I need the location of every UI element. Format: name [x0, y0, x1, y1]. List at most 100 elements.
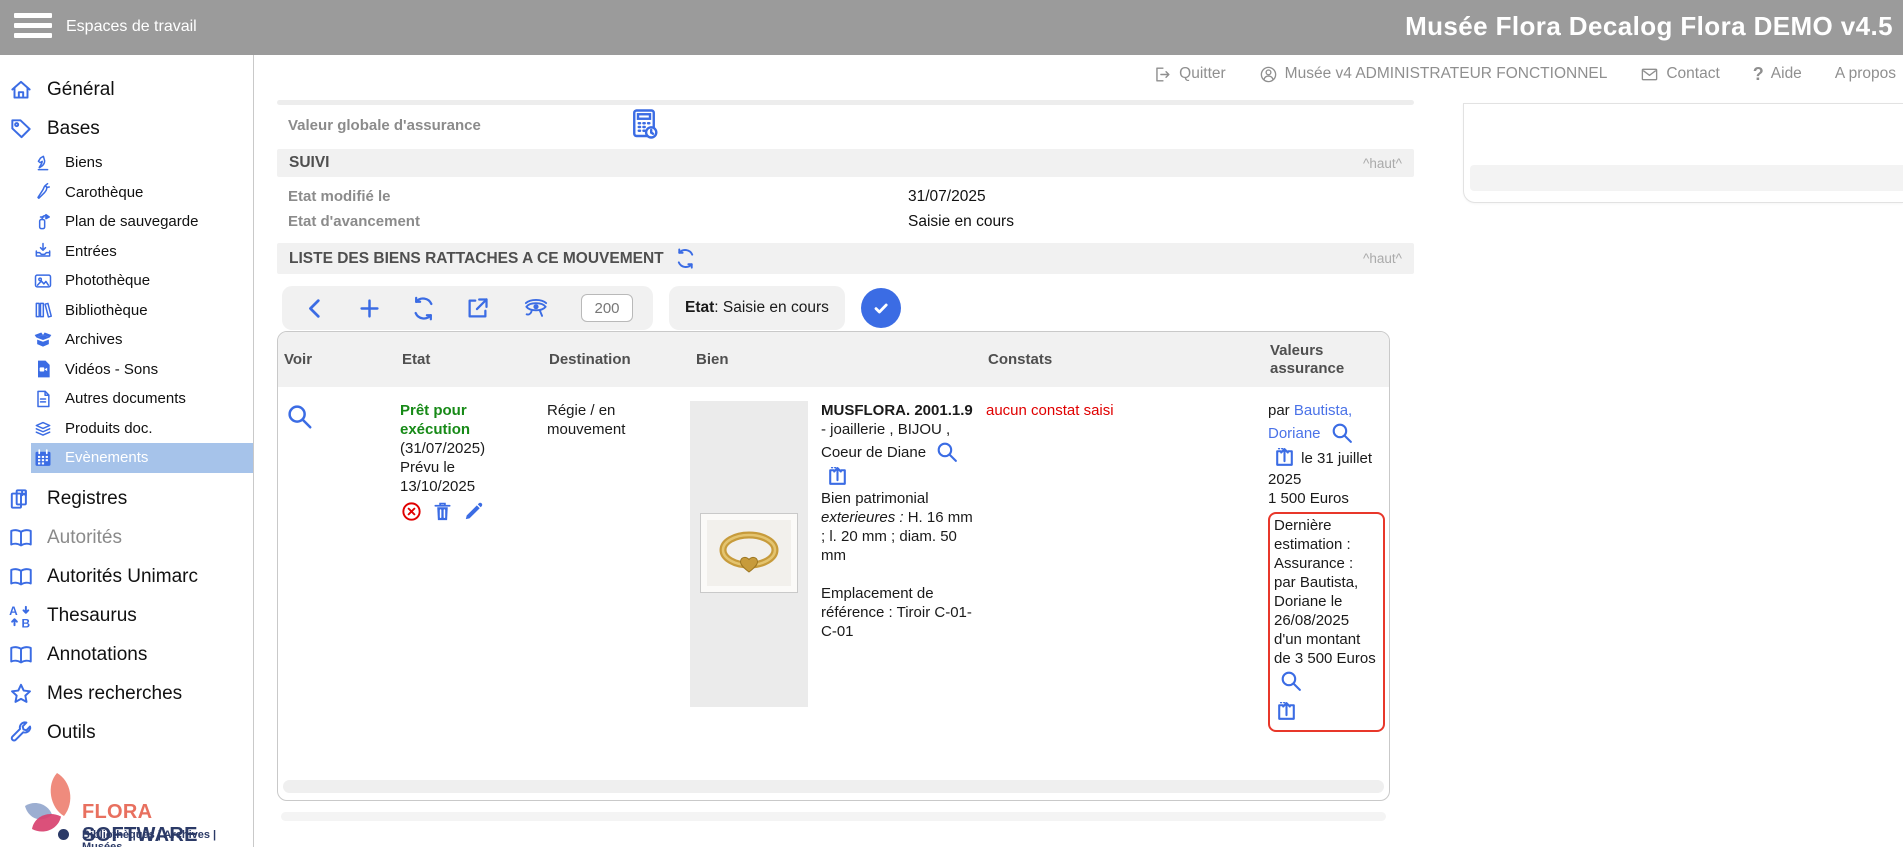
etat-cell: Prêt pour exécution (31/07/2025) Prévu l…	[396, 387, 543, 523]
sidebar-item-entrees[interactable]: Entrées	[0, 237, 253, 267]
document-icon	[33, 389, 53, 409]
brand-tagline: Bibliothèques | Archives | Musées	[82, 829, 254, 847]
help-link[interactable]: ? Aide	[1753, 64, 1802, 85]
sidebar-item-general[interactable]: Général	[0, 70, 253, 109]
constats-cell: aucun constat saisi	[982, 387, 1264, 420]
external-link-icon[interactable]	[464, 295, 491, 322]
horizontal-scrollbar[interactable]	[283, 780, 1384, 793]
sidebar-item-thesaurus[interactable]: Thesaurus	[0, 597, 253, 636]
search-icon[interactable]	[284, 401, 314, 431]
app-title: Musée Flora Decalog Flora DEMO v4.5	[1405, 11, 1893, 42]
open-record-icon[interactable]	[1274, 699, 1299, 724]
calendar-icon	[33, 448, 53, 468]
voir-cell	[278, 387, 396, 436]
brand-dot-icon	[58, 829, 69, 840]
sidebar-item-carotheque[interactable]: Carothèque	[0, 178, 253, 208]
last-estimation-highlight: Dernière estimation : Assurance : par Ba…	[1268, 512, 1385, 732]
inbox-download-icon	[33, 241, 53, 261]
edit-icon[interactable]	[462, 500, 485, 523]
page-size-input[interactable]	[581, 294, 633, 322]
flora-software-logo: FLORA SOFTWARE Bibliothèques | Archives …	[0, 769, 254, 847]
table-row: Prêt pour exécution (31/07/2025) Prévu l…	[278, 387, 1389, 732]
sidebar-item-biens[interactable]: Biens	[0, 148, 253, 178]
sidebar-item-registres[interactable]: Registres	[0, 480, 253, 519]
eye-icon[interactable]	[518, 295, 554, 322]
sidebar-item-autorites-unimarc[interactable]: Autorités Unimarc	[0, 558, 253, 597]
col-header-valeurs: Valeurs assurance	[1264, 342, 1390, 378]
sidebar-item-bases[interactable]: Bases	[0, 109, 253, 148]
quit-link[interactable]: Quitter	[1153, 65, 1226, 84]
right-panel-bar	[1470, 165, 1903, 191]
col-header-bien: Bien	[690, 351, 982, 369]
back-to-top-link[interactable]: ^haut^	[1363, 156, 1402, 171]
sidebar-item-produits-doc[interactable]: Produits doc.	[0, 414, 253, 444]
fire-extinguisher-icon	[33, 212, 53, 232]
col-header-voir: Voir	[278, 351, 396, 369]
ring-image	[706, 520, 792, 586]
etat-actions	[400, 500, 521, 523]
open-box-icon	[33, 330, 53, 350]
sidebar-item-archives[interactable]: Archives	[0, 325, 253, 355]
table-bottom-strip	[281, 812, 1386, 821]
sidebar-item-videos-sons[interactable]: Vidéos - Sons	[0, 355, 253, 385]
sidebar-item-mes-recherches[interactable]: Mes recherches	[0, 675, 253, 714]
search-icon[interactable]	[934, 439, 959, 464]
logout-icon	[1153, 65, 1172, 84]
etat-filter-chip[interactable]: Etat : Saisie en cours	[669, 286, 845, 330]
video-document-icon	[33, 359, 53, 379]
col-header-destination: Destination	[543, 351, 690, 369]
refresh-icon[interactable]	[674, 247, 697, 270]
tag-icon	[8, 116, 34, 142]
open-book-icon	[8, 642, 34, 668]
open-record-icon[interactable]	[825, 464, 850, 489]
flora-flower-icon	[18, 771, 84, 843]
add-icon[interactable]	[356, 295, 383, 322]
sort-ab-icon	[8, 603, 34, 629]
sidebar-item-outils[interactable]: Outils	[0, 714, 253, 753]
back-chevron-icon[interactable]	[302, 295, 329, 322]
bien-photo[interactable]	[700, 513, 798, 593]
assurance-amount: 1 500 Euros	[1268, 489, 1385, 508]
open-book-icon	[8, 564, 34, 590]
liste-section-header: LISTE DES BIENS RATTACHES A CE MOUVEMENT…	[277, 243, 1414, 274]
registers-icon	[8, 486, 34, 512]
search-icon[interactable]	[1329, 420, 1354, 445]
sidebar-item-phototheque[interactable]: Photothèque	[0, 266, 253, 296]
home-icon	[8, 77, 34, 103]
bien-id: MUSFLORA. 2001.1.9	[821, 402, 973, 419]
photo-icon	[33, 271, 53, 291]
sidebar-item-autorites[interactable]: Autorités	[0, 519, 253, 558]
apply-filter-button[interactable]	[861, 288, 901, 328]
user-icon	[1259, 65, 1278, 84]
search-icon[interactable]	[1278, 668, 1303, 693]
col-header-etat: Etat	[396, 351, 543, 369]
calculator-icon[interactable]	[626, 106, 662, 142]
recycle-icon[interactable]	[410, 295, 437, 322]
sidebar-item-bibliotheque[interactable]: Bibliothèque	[0, 296, 253, 326]
user-menu[interactable]: Musée v4 ADMINISTRATEUR FONCTIONNEL	[1259, 65, 1608, 84]
contact-link[interactable]: Contact	[1640, 65, 1719, 84]
workspace-label[interactable]: Espaces de travail	[66, 18, 197, 36]
delete-icon[interactable]	[431, 500, 454, 523]
carrot-icon	[33, 182, 53, 202]
question-icon: ?	[1753, 64, 1764, 85]
menu-icon[interactable]	[14, 13, 52, 42]
chess-knight-icon	[33, 153, 53, 173]
cancel-icon[interactable]	[400, 500, 423, 523]
open-record-icon[interactable]	[1272, 445, 1297, 470]
sidebar-item-autres-documents[interactable]: Autres documents	[0, 384, 253, 414]
list-toolbar: Etat : Saisie en cours	[282, 286, 901, 330]
table-header-row: Voir Etat Destination Bien Constats Vale…	[278, 332, 1389, 387]
sidebar-item-annotations[interactable]: Annotations	[0, 636, 253, 675]
sidebar-item-plan-sauvegarde[interactable]: Plan de sauvegarde	[0, 207, 253, 237]
suivi-section-header: SUIVI ^haut^	[277, 149, 1414, 177]
field-etat-modifie: Etat modifié le 31/07/2025	[288, 188, 1388, 212]
sidebar-item-evenements[interactable]: Evènements	[31, 443, 253, 473]
etat-planned: Prévu le 13/10/2025	[400, 458, 521, 496]
about-link[interactable]: A propos	[1835, 65, 1896, 83]
top-bar: Espaces de travail Musée Flora Decalog F…	[0, 0, 1903, 55]
bien-type: Bien patrimonial	[821, 489, 976, 508]
back-to-top-link[interactable]: ^haut^	[1363, 251, 1402, 266]
check-icon	[869, 296, 893, 320]
bien-dimensions: exterieures : H. 16 mm ; l. 20 mm ; diam…	[821, 508, 976, 565]
